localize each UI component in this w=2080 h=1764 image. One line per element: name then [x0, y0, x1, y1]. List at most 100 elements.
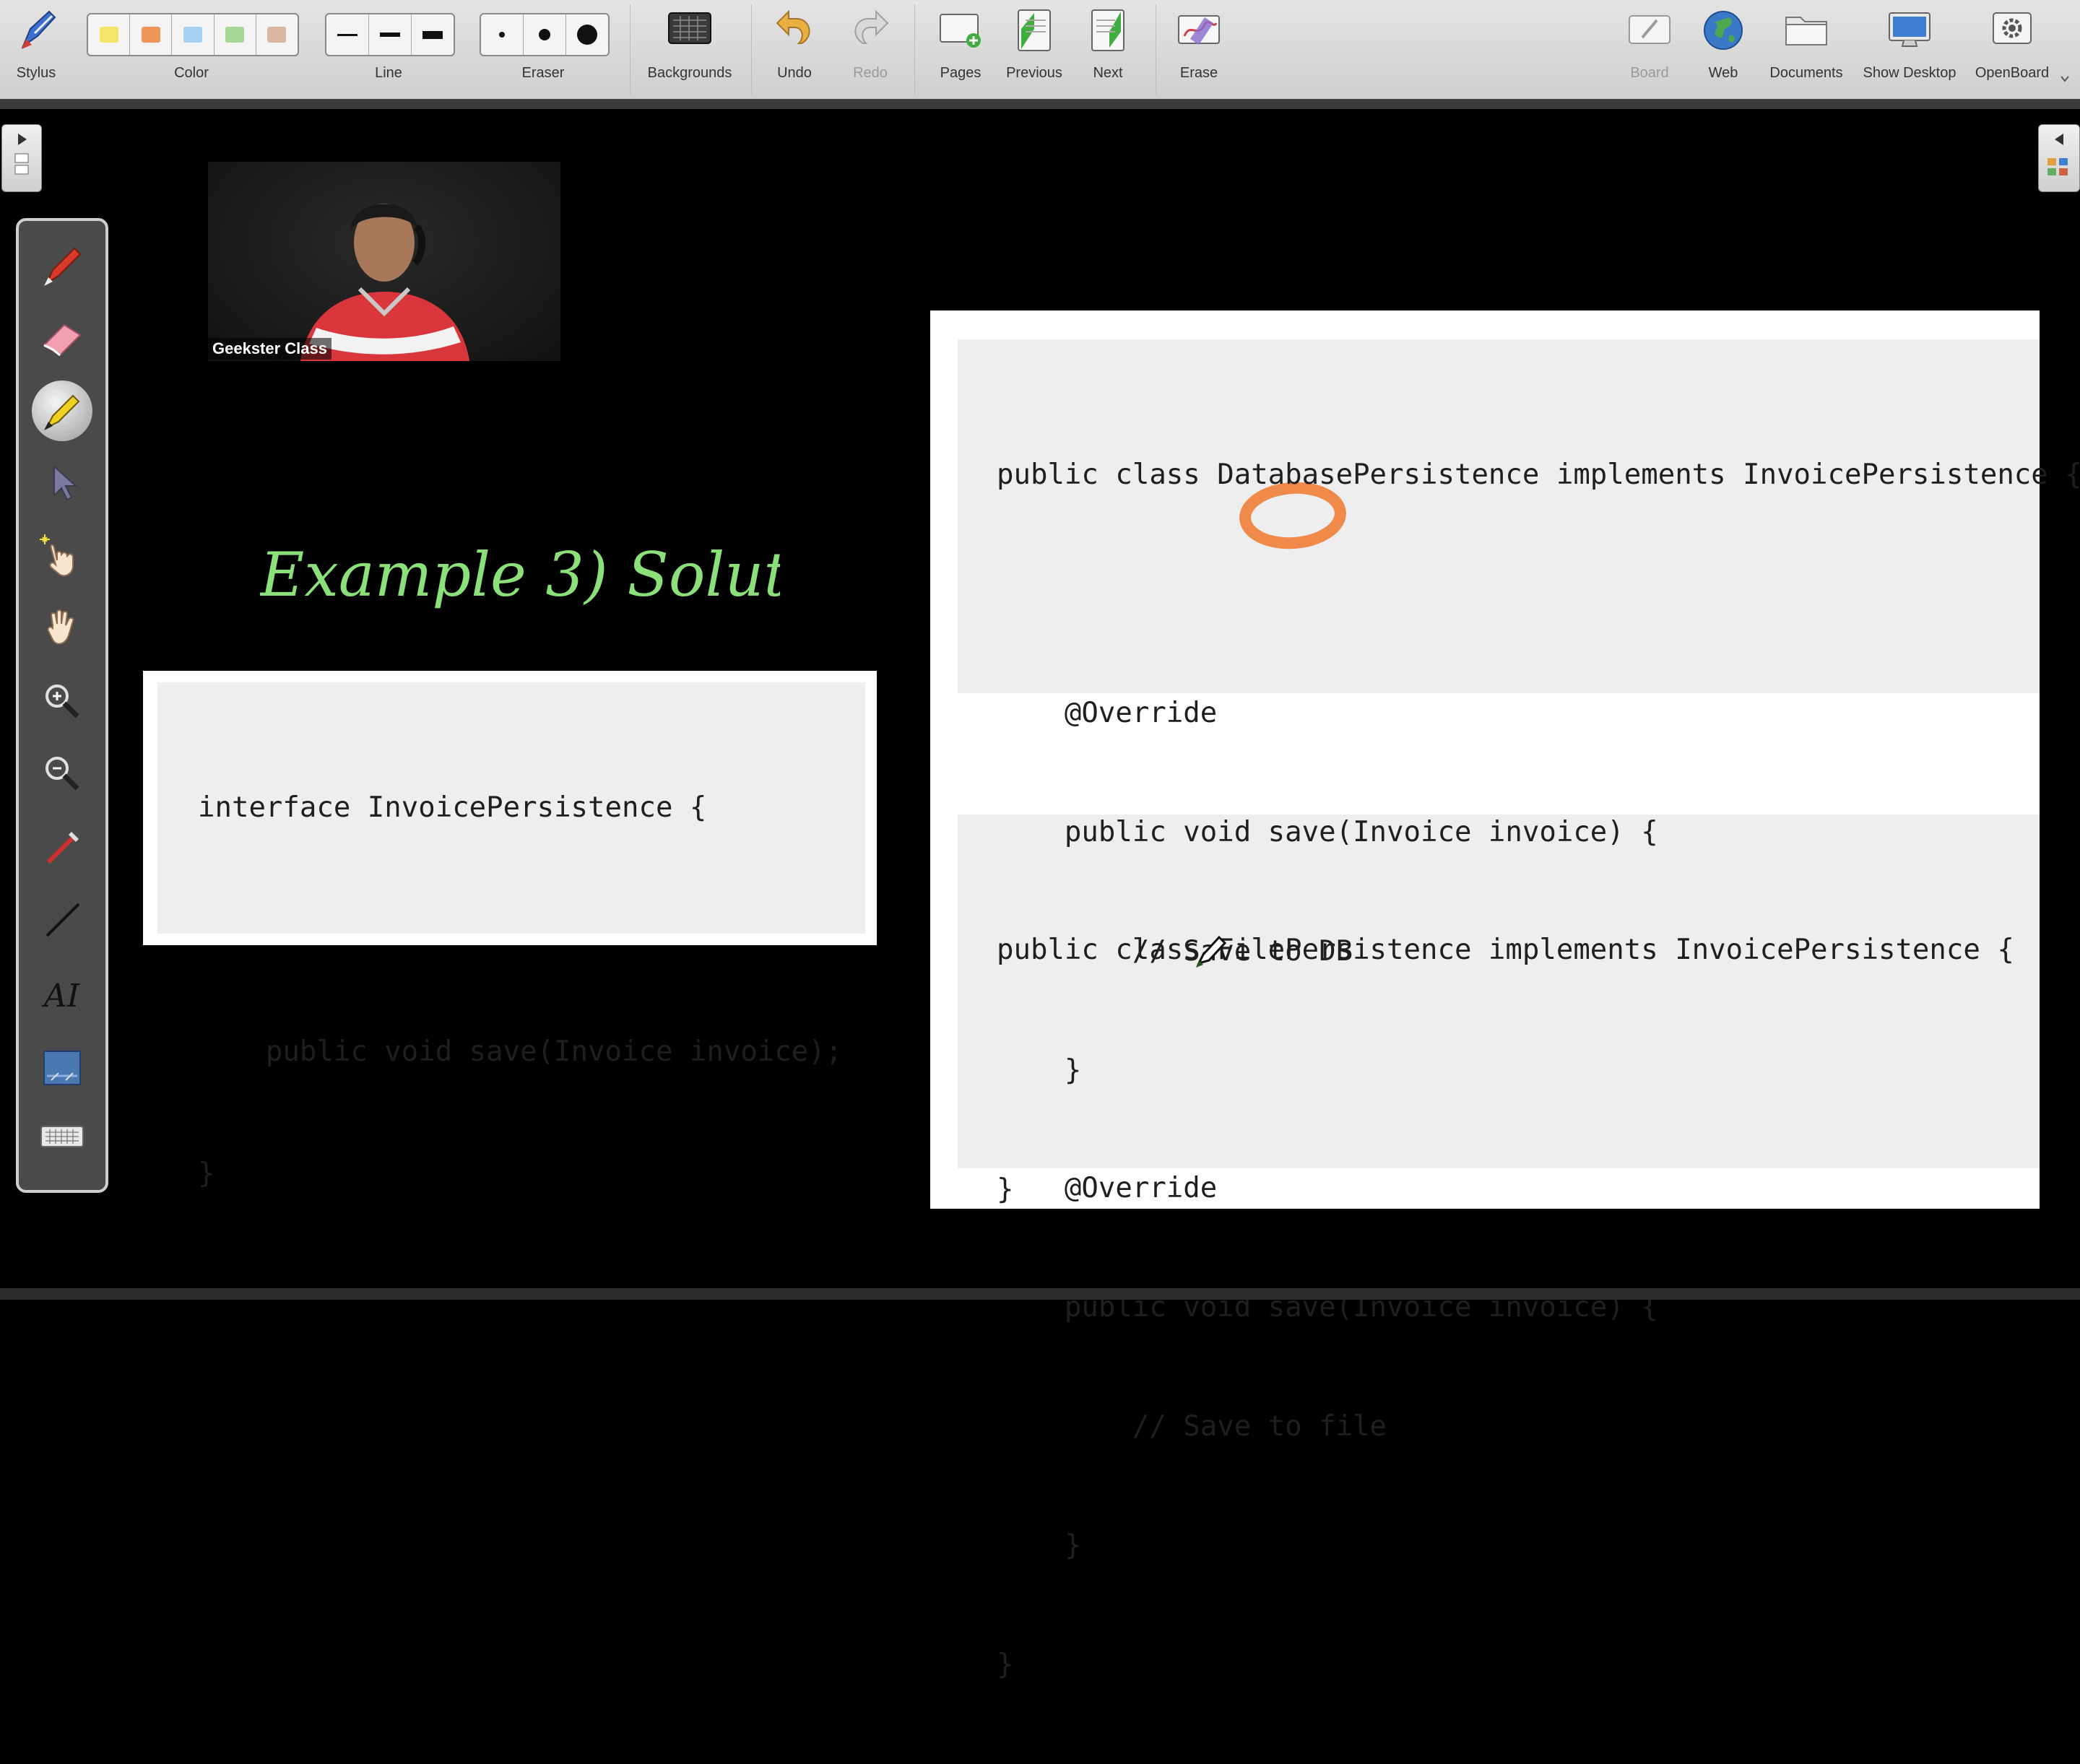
- code-line: // Save to file: [997, 1410, 1387, 1443]
- settings-gear-icon: [1993, 12, 2032, 44]
- capture-icon: [43, 1051, 81, 1085]
- documents-button[interactable]: Documents: [1761, 0, 1852, 99]
- main-toolbar: Stylus Color Line Eraser Backgrounds Und…: [0, 0, 2080, 100]
- redo-arrow-icon: [854, 9, 889, 44]
- backgrounds-icon: [668, 12, 711, 44]
- board-label: Board: [1630, 65, 1669, 81]
- color-tan-button[interactable]: [256, 14, 298, 55]
- right-panel-toggle[interactable]: [2038, 124, 2080, 192]
- tan-swatch: [267, 27, 287, 43]
- web-button[interactable]: Web: [1687, 0, 1759, 99]
- color-yellow-button[interactable]: [88, 14, 131, 55]
- chevron-down-icon[interactable]: [2060, 75, 2070, 82]
- openboard-menu-button[interactable]: OpenBoard: [1967, 0, 2057, 99]
- color-orange-button[interactable]: [130, 14, 173, 55]
- blue-swatch: [183, 27, 202, 43]
- zoom-in-icon: [46, 685, 79, 718]
- toolbar-divider: [914, 4, 915, 95]
- capture-tool-button[interactable]: [19, 1037, 105, 1102]
- show-desktop-label: Show Desktop: [1863, 65, 1956, 81]
- virtual-keyboard-button[interactable]: [19, 1103, 105, 1168]
- color-green-button[interactable]: [214, 14, 256, 55]
- laser-pointer-icon: [46, 832, 79, 864]
- file-code-block: public class FilePersistence implements …: [997, 851, 2014, 1764]
- board-icon: [1629, 15, 1670, 44]
- zoom-in-tool-button[interactable]: [19, 670, 105, 735]
- code-line: @Override: [997, 697, 1218, 729]
- redo-button[interactable]: Redo: [838, 0, 903, 99]
- code-line: }: [198, 1157, 215, 1190]
- next-page-button[interactable]: Next: [1072, 0, 1144, 99]
- expand-right-icon: [14, 134, 29, 175]
- toolbar-shadow: [0, 99, 2080, 109]
- interact-tool-button[interactable]: [19, 524, 105, 589]
- erase-page-icon: [1178, 15, 1220, 45]
- eraser-tool-button[interactable]: [19, 306, 105, 371]
- tool-palette: AI: [16, 218, 108, 1193]
- interface-code-card: interface InvoicePersistence { public vo…: [143, 671, 877, 1190]
- backgrounds-label: Backgrounds: [647, 65, 732, 81]
- add-page-icon: [940, 14, 981, 48]
- bottom-bar: [0, 1288, 2080, 1300]
- code-line: public void save(Invoice invoice);: [198, 1035, 843, 1068]
- expand-left-icon: [2048, 134, 2068, 175]
- laser-pointer-tool-button[interactable]: [19, 814, 105, 879]
- monitor-icon: [1889, 12, 1930, 47]
- pages-label: Pages: [940, 65, 982, 81]
- pen-tool-button[interactable]: [19, 234, 105, 299]
- eraser-label: Eraser: [521, 65, 565, 81]
- undo-label: Undo: [777, 65, 812, 81]
- code-line: public void save(Invoice invoice) {: [997, 816, 1658, 848]
- handwritten-title: Example 3) Solution: [260, 539, 780, 610]
- pointing-hand-icon: [40, 534, 74, 577]
- show-desktop-button[interactable]: Show Desktop: [1853, 0, 1966, 99]
- line-tool-button[interactable]: [19, 887, 105, 952]
- color-blue-button[interactable]: [172, 14, 214, 55]
- erase-button[interactable]: Erase: [1163, 0, 1235, 99]
- handwritten-annotation: Example 3) Solution: [260, 539, 780, 610]
- marker-tool-button[interactable]: [19, 378, 105, 443]
- redo-label: Redo: [853, 65, 888, 81]
- arrow-cursor-icon: [53, 464, 78, 501]
- interface-code-block: interface InvoicePersistence { public vo…: [198, 708, 842, 1273]
- text-icon: AI: [41, 978, 81, 1014]
- previous-label: Previous: [1006, 65, 1062, 81]
- erase-label: Erase: [1179, 65, 1218, 81]
- line-group: Line: [325, 0, 452, 99]
- selector-tool-button[interactable]: [19, 451, 105, 516]
- marker-icon: [44, 394, 80, 430]
- undo-button[interactable]: Undo: [762, 0, 827, 99]
- green-swatch: [225, 27, 245, 43]
- stylus-icon: [21, 10, 56, 49]
- backgrounds-button[interactable]: Backgrounds: [636, 0, 744, 99]
- stylus-label: Stylus: [16, 65, 56, 81]
- hand-icon: [47, 609, 74, 645]
- eraser-group: Eraser: [480, 0, 607, 99]
- previous-page-button[interactable]: Previous: [998, 0, 1070, 99]
- color-label: Color: [174, 65, 209, 81]
- zoom-out-tool-button[interactable]: [19, 742, 105, 807]
- pages-button[interactable]: Pages: [924, 0, 997, 99]
- yellow-swatch: [99, 27, 118, 43]
- undo-arrow-icon: [776, 9, 810, 44]
- keyboard-icon: [40, 1126, 84, 1147]
- openboard-label: OpenBoard: [1975, 65, 2050, 81]
- code-line: interface InvoicePersistence {: [198, 791, 707, 824]
- code-line: }: [997, 1648, 1014, 1681]
- text-tool-button[interactable]: AI: [19, 962, 105, 1027]
- globe-icon: [1704, 11, 1743, 50]
- presenter-figure: [300, 204, 469, 361]
- folder-icon: [1785, 17, 1827, 45]
- left-panel-toggle[interactable]: [1, 124, 42, 192]
- pen-icon: [44, 247, 82, 286]
- line-icon: [46, 903, 80, 937]
- hand-tool-button[interactable]: [19, 596, 105, 661]
- board-button[interactable]: Board: [1613, 0, 1686, 99]
- marker-cursor-icon: [1196, 935, 1227, 968]
- eraser-icon: [43, 323, 82, 357]
- stylus-button[interactable]: Stylus: [0, 0, 72, 99]
- svg-text:AI: AI: [41, 978, 81, 1014]
